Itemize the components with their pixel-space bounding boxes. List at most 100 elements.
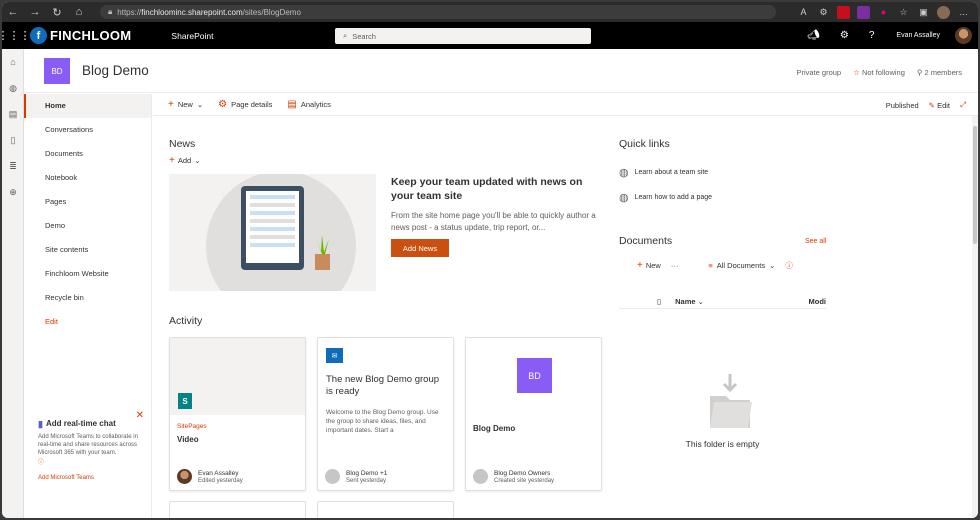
tablet-illustration — [241, 186, 304, 270]
avatar — [473, 469, 488, 484]
column-name[interactable]: Name ⌄ — [675, 297, 704, 306]
nav-item-recycle-bin[interactable]: Recycle bin — [24, 286, 151, 310]
news-rail-icon[interactable]: ▤ — [2, 101, 24, 127]
collections-icon[interactable]: ▣ — [917, 6, 930, 19]
command-bar-right: Published ✎ Edit ⤢ — [886, 94, 966, 116]
scrollbar-thumb[interactable] — [973, 126, 977, 244]
nav-item-demo[interactable]: Demo — [24, 214, 151, 238]
user-name[interactable]: Evan Assalley — [896, 32, 940, 39]
analytics-icon: ▤ — [287, 99, 297, 110]
plus-icon: + — [637, 259, 643, 271]
nav-item-site-contents[interactable]: Site contents — [24, 238, 151, 262]
documents-column-header: ▯ Name ⌄ Modi — [619, 294, 826, 309]
command-bar: + New ⌄ ⚙ Page details ▤ Analytics Published… — [153, 94, 978, 116]
activity-card-site[interactable]: BD Blog Demo Blog Demo Owners Created sit… — [465, 337, 602, 491]
nav-item-documents[interactable]: Documents — [24, 142, 151, 166]
documents-toolbar: + New ··· ≡ All Documents ⌄ ⓘ — [619, 255, 826, 275]
extension-red-icon[interactable] — [837, 5, 850, 19]
nav-item-pages[interactable]: Pages — [24, 190, 151, 214]
card-author: Blog Demo Owners — [494, 469, 551, 477]
column-modified[interactable]: Modi — [809, 297, 827, 306]
add-news-button[interactable]: Add News — [391, 239, 449, 257]
news-headline: Keep your team updated with news on your… — [391, 176, 583, 202]
quick-link-item[interactable]: ◍ Learn how to add a page — [619, 191, 712, 204]
app-rail: ⌂ ◍ ▤ ▯ ≣ ⊕ — [2, 49, 24, 518]
plus-icon: + — [169, 155, 175, 166]
brand-logo[interactable]: f FINCHLOOM — [30, 27, 131, 44]
more-actions-button[interactable]: ··· — [671, 261, 679, 270]
follow-button[interactable]: ☆ Not following — [853, 68, 905, 77]
globe-rail-icon[interactable]: ◍ — [2, 75, 24, 101]
browser-window: ← → ↻ ⌂ 🔒︎ https://finchloominc.sharepoi… — [2, 2, 978, 518]
refresh-icon[interactable]: ↻ — [46, 6, 68, 19]
empty-folder-icon — [710, 374, 752, 428]
more-icon[interactable]: … — [957, 6, 970, 19]
search-box[interactable]: ⌕ Search — [335, 28, 591, 44]
members-button[interactable]: ⚲ 2 members — [917, 68, 962, 77]
edit-button[interactable]: ✎ Edit — [929, 101, 950, 110]
close-icon[interactable]: ✕ — [136, 411, 144, 421]
avatar — [177, 469, 192, 484]
lists-rail-icon[interactable]: ≣ — [2, 153, 24, 179]
browser-extensions: A ⚙ ● ☆ ▣ … — [797, 5, 970, 19]
app-name[interactable]: SharePoint — [171, 31, 213, 41]
home-rail-icon[interactable]: ⌂ — [2, 49, 24, 75]
nav-item-home[interactable]: Home — [24, 94, 151, 118]
activity-card-partial[interactable] — [317, 501, 454, 518]
card-thumbnail: S — [170, 338, 305, 415]
activity-card-video[interactable]: S SitePages Video Evan Assalley Edited ye… — [169, 337, 306, 491]
chevron-down-icon: ⌄ — [769, 260, 776, 270]
forward-icon[interactable]: → — [24, 6, 46, 18]
card-category: SitePages — [177, 423, 207, 430]
app-launcher-icon[interactable]: ⋮⋮⋮ — [2, 22, 31, 49]
browser-toolbar: ← → ↻ ⌂ 🔒︎ https://finchloominc.sharepoi… — [2, 2, 978, 22]
finchloom-logo-icon: f — [30, 27, 47, 44]
activity-card-group[interactable]: ✉ The new Blog Demo group is ready Welco… — [317, 337, 454, 491]
profile-icon[interactable] — [937, 5, 950, 19]
person-icon: ⚲ — [916, 68, 923, 77]
nav-item-finchloom-website[interactable]: Finchloom Website — [24, 262, 151, 286]
extension-icon[interactable]: ⚙ — [817, 6, 830, 19]
documents-new-button[interactable]: + New — [637, 260, 661, 271]
info-icon[interactable]: ⓘ — [785, 260, 793, 271]
home-icon[interactable]: ⌂ — [68, 6, 90, 18]
view-selector[interactable]: ≡ All Documents ⌄ — [708, 261, 775, 270]
address-bar[interactable]: 🔒︎ https://finchloominc.sharepoint.com/s… — [100, 5, 776, 19]
site-title[interactable]: Blog Demo — [82, 63, 149, 78]
nav-item-conversations[interactable]: Conversations — [24, 118, 151, 142]
help-icon[interactable]: ? — [869, 30, 875, 41]
news-add-button[interactable]: + Add ⌄ — [169, 155, 201, 166]
plant-illustration — [315, 235, 330, 270]
info-icon[interactable]: ⓘ — [38, 459, 146, 467]
page-details-button[interactable]: ⚙ Page details — [218, 99, 272, 110]
back-icon[interactable]: ← — [2, 6, 24, 18]
settings-icon[interactable]: ⚙ — [840, 30, 849, 41]
nav-edit-link[interactable]: Edit — [24, 310, 151, 334]
suite-bar: ⋮⋮⋮ f FINCHLOOM SharePoint ⌕ Search 📣︎ ⚙… — [2, 22, 978, 49]
favorites-icon[interactable]: ☆ — [897, 6, 910, 19]
extension-pink-icon[interactable]: ● — [877, 6, 890, 19]
megaphone-icon[interactable]: 📣︎ — [807, 30, 820, 41]
site-logo[interactable]: BD — [44, 58, 70, 84]
nav-item-notebook[interactable]: Notebook — [24, 166, 151, 190]
see-all-link[interactable]: See all — [805, 238, 826, 245]
analytics-button[interactable]: ▤ Analytics — [287, 99, 330, 110]
news-body: From the site home page you'll be able t… — [391, 211, 596, 232]
expand-icon[interactable]: ⤢ — [960, 100, 966, 110]
chevron-down-icon: ⌄ — [697, 296, 704, 306]
add-teams-link[interactable]: Add Microsoft Teams — [38, 474, 146, 482]
create-rail-icon[interactable]: ⊕ — [2, 179, 24, 205]
gear-icon: ⚙ — [218, 99, 228, 110]
pencil-icon: ✎ — [928, 100, 935, 110]
avatar — [325, 469, 340, 484]
activity-card-partial[interactable] — [169, 501, 306, 518]
user-avatar[interactable] — [955, 27, 972, 44]
page-scrollbar[interactable] — [972, 116, 978, 518]
extension-purple-icon[interactable] — [857, 5, 870, 19]
quick-link-item[interactable]: ◍ Learn about a team site — [619, 166, 708, 179]
card-author: Blog Demo +1 — [346, 469, 388, 477]
page-rail-icon[interactable]: ▯ — [2, 127, 24, 153]
teams-promo: ✕ ▮ Add real-time chat Add Microsoft Team… — [38, 410, 146, 482]
read-aloud-icon[interactable]: A — [797, 6, 810, 19]
new-button[interactable]: + New ⌄ — [168, 99, 203, 110]
